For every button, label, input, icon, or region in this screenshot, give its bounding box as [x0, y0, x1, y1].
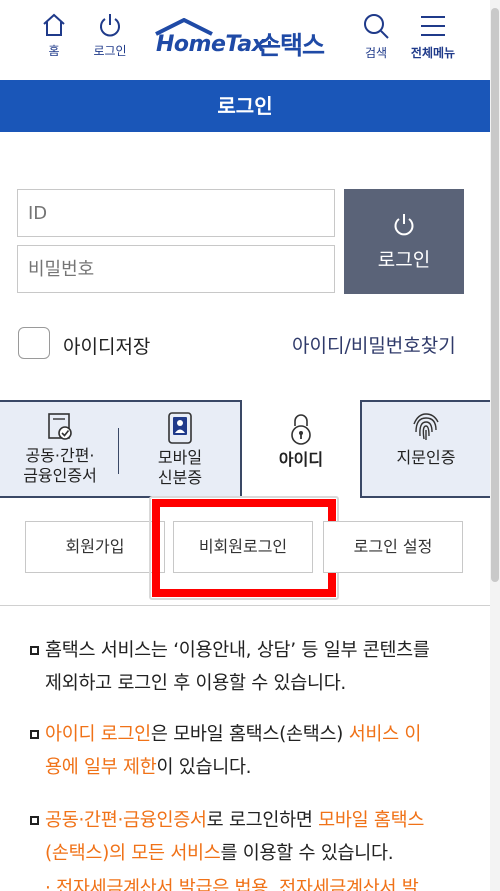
tab-id-label: 아이디 [278, 450, 324, 469]
app-header: 홈 로그인 HomeTax 손택스 검색 전체메뉴 [0, 0, 500, 80]
login-method-tabs: 공동·간편· 금융인증서 모바일 신분증 아이디 지문인증 [0, 400, 490, 500]
notice-item: 공동·간편·금융인증서로 로그인하면 모바일 홈택스 (손택스)의 모든 서비스… [30, 804, 470, 870]
tab-id[interactable]: 아이디 [242, 400, 360, 498]
square-bullet-icon [30, 730, 39, 739]
notice-line: 용에 일부 제한이 있습니다. [45, 751, 470, 784]
home-icon [43, 13, 65, 36]
tab-certificate-group: 공동·간편· 금융인증서 모바일 신분증 [0, 400, 242, 498]
logo-korean: 손택스 [258, 31, 325, 60]
notice-text: 은 모바일 홈택스(손택스) [150, 724, 349, 745]
header-login-button[interactable]: 로그인 [86, 12, 134, 59]
scrollbar-thumb[interactable] [491, 8, 499, 582]
remember-id-checkbox[interactable] [18, 327, 50, 359]
tab-divider [118, 428, 119, 474]
notice-line: 공동·간편·금융인증서로 로그인하면 모바일 홈택스 [45, 804, 470, 837]
tab-mobile-id-line2: 신분증 [157, 468, 203, 487]
notice-highlight: 서비스 이 [348, 724, 422, 745]
notice-item: 홈택스 서비스는 ‘이용안내, 상담’ 등 일부 콘텐츠를 제외하고 로그인 후… [30, 634, 470, 700]
notice-highlight: 공동·간편·금융인증서 [45, 810, 207, 831]
power-icon [100, 14, 120, 37]
square-bullet-icon [30, 816, 39, 825]
notice-line-partial: · 전자세금계산서 발급은 법용, 전자세금계산서 발 [45, 878, 419, 891]
tab-fingerprint-label: 지문인증 [396, 448, 456, 467]
full-menu-button[interactable]: 전체메뉴 [402, 12, 464, 61]
fingerprint-icon [413, 413, 439, 440]
mobile-id-icon [168, 412, 192, 444]
power-icon [394, 214, 414, 236]
login-button-label: 로그인 [377, 249, 431, 271]
logo-english: HomeTax [156, 32, 266, 57]
tab-mobile-id-line1: 모바일 [157, 448, 203, 467]
notice-line: 홈택스 서비스는 ‘이용안내, 상담’ 등 일부 콘텐츠를 [45, 640, 430, 661]
remember-id-label: 아이디저장 [63, 336, 151, 358]
notice-text: 를 이용할 수 있습니다. [220, 843, 394, 864]
notice-line: 아이디 로그인은 모바일 홈택스(손택스) 서비스 이 [45, 718, 470, 751]
certificate-icon [48, 413, 72, 440]
id-input[interactable] [17, 189, 335, 237]
login-settings-button[interactable]: 로그인 설정 [323, 521, 463, 573]
password-input[interactable] [17, 245, 335, 293]
notice-highlight: 모바일 홈택스 [318, 810, 425, 831]
header-login-label: 로그인 [93, 44, 127, 58]
notice-line: (손택스)의 모든 서비스를 이용할 수 있습니다. [45, 837, 470, 870]
menu-label: 전체메뉴 [410, 46, 456, 60]
notice-line: 제외하고 로그인 후 이용할 수 있습니다. [45, 673, 347, 694]
find-id-password-link[interactable]: 아이디/비밀번호찾기 [292, 331, 456, 358]
notice-text: 이 있습니다. [156, 757, 252, 778]
lock-icon [291, 414, 311, 445]
login-button[interactable]: 로그인 [344, 189, 464, 294]
notice-highlight: (손택스)의 모든 서비스 [45, 843, 221, 864]
tab-certificate-line2: 금융인증서 [23, 466, 97, 485]
menu-icon [421, 16, 445, 36]
notice-highlight: 아이디 로그인 [45, 724, 151, 745]
tab-certificate-line1: 공동·간편· [25, 446, 95, 465]
tab-certificate[interactable]: 공동·간편· 금융인증서 [8, 402, 112, 486]
page-title: 로그인 [0, 80, 490, 132]
tab-mobile-id[interactable]: 모바일 신분증 [124, 402, 236, 488]
scrollbar[interactable] [490, 0, 500, 891]
home-label: 홈 [48, 44, 60, 58]
tab-fingerprint[interactable]: 지문인증 [360, 400, 490, 498]
notice-highlight: 용에 일부 제한 [45, 757, 157, 778]
home-button[interactable]: 홈 [38, 12, 70, 59]
search-button[interactable]: 검색 [356, 12, 396, 61]
annotation-highlight-box [152, 499, 336, 597]
search-label: 검색 [364, 46, 388, 60]
section-divider [0, 605, 490, 606]
square-bullet-icon [30, 646, 39, 655]
notice-text: 로 로그인하면 [206, 810, 319, 831]
signup-button[interactable]: 회원가입 [25, 521, 165, 573]
search-icon [364, 14, 389, 39]
notice-item: 아이디 로그인은 모바일 홈택스(손택스) 서비스 이 용에 일부 제한이 있습… [30, 718, 470, 784]
hometax-logo[interactable]: HomeTax 손택스 [150, 18, 340, 60]
notice-item-partial: · 전자세금계산서 발급은 법용, 전자세금계산서 발 [30, 872, 470, 891]
